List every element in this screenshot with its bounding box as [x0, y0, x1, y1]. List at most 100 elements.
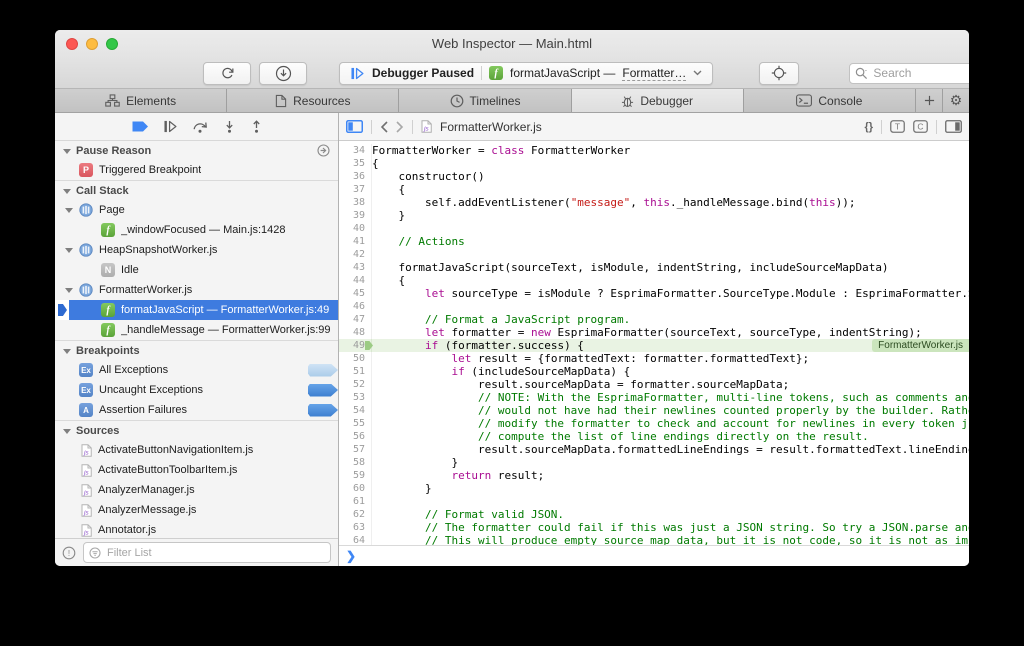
- back-icon[interactable]: [380, 121, 388, 133]
- step-out-button[interactable]: [250, 120, 263, 133]
- code-line[interactable]: 44 {: [339, 274, 969, 287]
- line-number[interactable]: 59: [339, 469, 372, 482]
- line-number[interactable]: 34: [339, 144, 372, 157]
- code-line[interactable]: 61: [339, 495, 969, 508]
- source-file-item[interactable]: js AnalyzerManager.js: [55, 480, 338, 500]
- code-line[interactable]: 46: [339, 300, 969, 313]
- console-prompt[interactable]: ❯: [339, 545, 969, 566]
- code-line[interactable]: 35{: [339, 157, 969, 170]
- type-profiler-icon[interactable]: T: [890, 120, 905, 133]
- breakpoint-toggle[interactable]: [308, 404, 338, 417]
- zoom-window-button[interactable]: [106, 38, 118, 50]
- breakpoint-item[interactable]: ExUncaught Exceptions: [55, 380, 338, 400]
- code-line[interactable]: 64 // This will produce empty source map…: [339, 534, 969, 545]
- step-into-button[interactable]: [223, 120, 236, 133]
- pause-resume-button[interactable]: [163, 120, 178, 133]
- line-number[interactable]: 43: [339, 261, 372, 274]
- settings-button[interactable]: ⚙: [943, 89, 969, 112]
- pause-play-icon[interactable]: [350, 67, 365, 80]
- line-number[interactable]: 51: [339, 365, 372, 378]
- step-over-button[interactable]: [192, 120, 209, 133]
- minimize-window-button[interactable]: [86, 38, 98, 50]
- breakpoint-toggle[interactable]: [308, 364, 338, 377]
- code-line-current[interactable]: 49 if (formatter.success) {FormatterWork…: [339, 339, 969, 352]
- disclosure-triangle-icon[interactable]: [65, 288, 73, 293]
- tab-debugger[interactable]: Debugger: [572, 89, 744, 112]
- breakpoints-toggle-button[interactable]: [131, 121, 149, 132]
- section-header-pause-reason[interactable]: Pause Reason: [55, 141, 338, 160]
- line-number[interactable]: 41: [339, 235, 372, 248]
- debugger-paused-label[interactable]: Debugger Paused: [372, 66, 474, 80]
- section-header-sources[interactable]: Sources: [55, 421, 338, 440]
- code-line[interactable]: 59 return result;: [339, 469, 969, 482]
- code-line[interactable]: 56 // compute the list of line endings d…: [339, 430, 969, 443]
- section-header-breakpoints[interactable]: Breakpoints: [55, 341, 338, 360]
- code-line[interactable]: 47 // Format a JavaScript program.: [339, 313, 969, 326]
- search-field[interactable]: [849, 63, 969, 84]
- line-number[interactable]: 39: [339, 209, 372, 222]
- line-number[interactable]: 60: [339, 482, 372, 495]
- line-number[interactable]: 46: [339, 300, 372, 313]
- code-line[interactable]: 45 let sourceType = isModule ? EsprimaFo…: [339, 287, 969, 300]
- line-number[interactable]: 45: [339, 287, 372, 300]
- line-number[interactable]: 63: [339, 521, 372, 534]
- line-number[interactable]: 55: [339, 417, 372, 430]
- line-number[interactable]: 36: [339, 170, 372, 183]
- call-stack-thread[interactable]: Page: [55, 200, 338, 220]
- code-line[interactable]: 36 constructor(): [339, 170, 969, 183]
- tab-resources[interactable]: Resources: [227, 89, 399, 112]
- line-number[interactable]: 64: [339, 534, 372, 545]
- pause-reason-item[interactable]: PTriggered Breakpoint: [55, 160, 338, 180]
- call-stack-frame[interactable]: f_handleMessage — FormatterWorker.js:99: [55, 320, 338, 340]
- code-line[interactable]: 38 self.addEventListener("message", this…: [339, 196, 969, 209]
- code-line[interactable]: 34FormatterWorker = class FormatterWorke…: [339, 144, 969, 157]
- line-number[interactable]: 53: [339, 391, 372, 404]
- source-file-item[interactable]: js ActivateButtonToolbarItem.js: [55, 460, 338, 480]
- line-number[interactable]: 35: [339, 157, 372, 170]
- toggle-left-sidebar-icon[interactable]: [346, 120, 363, 133]
- chevron-down-icon[interactable]: [693, 70, 702, 76]
- line-number[interactable]: 48: [339, 326, 372, 339]
- code-line[interactable]: 39 }: [339, 209, 969, 222]
- code-line[interactable]: 63 // The formatter could fail if this w…: [339, 521, 969, 534]
- new-tab-button[interactable]: [916, 89, 943, 112]
- goto-arrow-icon[interactable]: [317, 144, 330, 157]
- line-number[interactable]: 54: [339, 404, 372, 417]
- code-line[interactable]: 55 // modify the formatter to check and …: [339, 417, 969, 430]
- line-number[interactable]: 38: [339, 196, 372, 209]
- disclosure-triangle-icon[interactable]: [63, 429, 71, 434]
- tab-elements[interactable]: Elements: [55, 89, 227, 112]
- search-input[interactable]: [871, 65, 969, 81]
- code-line[interactable]: 62 // Format valid JSON.: [339, 508, 969, 521]
- paused-function-menu[interactable]: Formatter…: [622, 66, 686, 81]
- filter-list-input[interactable]: [105, 546, 325, 560]
- code-line[interactable]: 43 formatJavaScript(sourceText, isModule…: [339, 261, 969, 274]
- line-number[interactable]: 58: [339, 456, 372, 469]
- code-editor[interactable]: 34FormatterWorker = class FormatterWorke…: [339, 141, 969, 545]
- disclosure-triangle-icon[interactable]: [65, 208, 73, 213]
- forward-icon[interactable]: [396, 121, 404, 133]
- line-number[interactable]: 61: [339, 495, 372, 508]
- code-line[interactable]: 50 let result = {formattedText: formatte…: [339, 352, 969, 365]
- line-number[interactable]: 62: [339, 508, 372, 521]
- line-number[interactable]: 40: [339, 222, 372, 235]
- code-line[interactable]: 52 result.sourceMapData = formatter.sour…: [339, 378, 969, 391]
- section-header-call-stack[interactable]: Call Stack: [55, 181, 338, 200]
- call-stack-frame[interactable]: f_windowFocused — Main.js:1428: [55, 220, 338, 240]
- code-line[interactable]: 53 // NOTE: With the EsprimaFormatter, m…: [339, 391, 969, 404]
- code-line[interactable]: 54 // would not have had their newlines …: [339, 404, 969, 417]
- download-button[interactable]: [259, 62, 307, 85]
- line-number[interactable]: 44: [339, 274, 372, 287]
- breakpoint-item[interactable]: AAssertion Failures: [55, 400, 338, 420]
- disclosure-triangle-icon[interactable]: [63, 149, 71, 154]
- tab-console[interactable]: Console: [744, 89, 916, 112]
- code-line[interactable]: 41 // Actions: [339, 235, 969, 248]
- call-stack-thread[interactable]: FormatterWorker.js: [55, 280, 338, 300]
- code-line[interactable]: 51 if (includeSourceMapData) {: [339, 365, 969, 378]
- disclosure-triangle-icon[interactable]: [63, 349, 71, 354]
- source-file-item[interactable]: js AnalyzerMessage.js: [55, 500, 338, 520]
- line-number[interactable]: 50: [339, 352, 372, 365]
- source-file-item[interactable]: js ActivateButtonNavigationItem.js: [55, 440, 338, 460]
- call-stack-frame[interactable]: NIdle: [55, 260, 338, 280]
- source-file-item[interactable]: js Annotator.js: [55, 520, 338, 538]
